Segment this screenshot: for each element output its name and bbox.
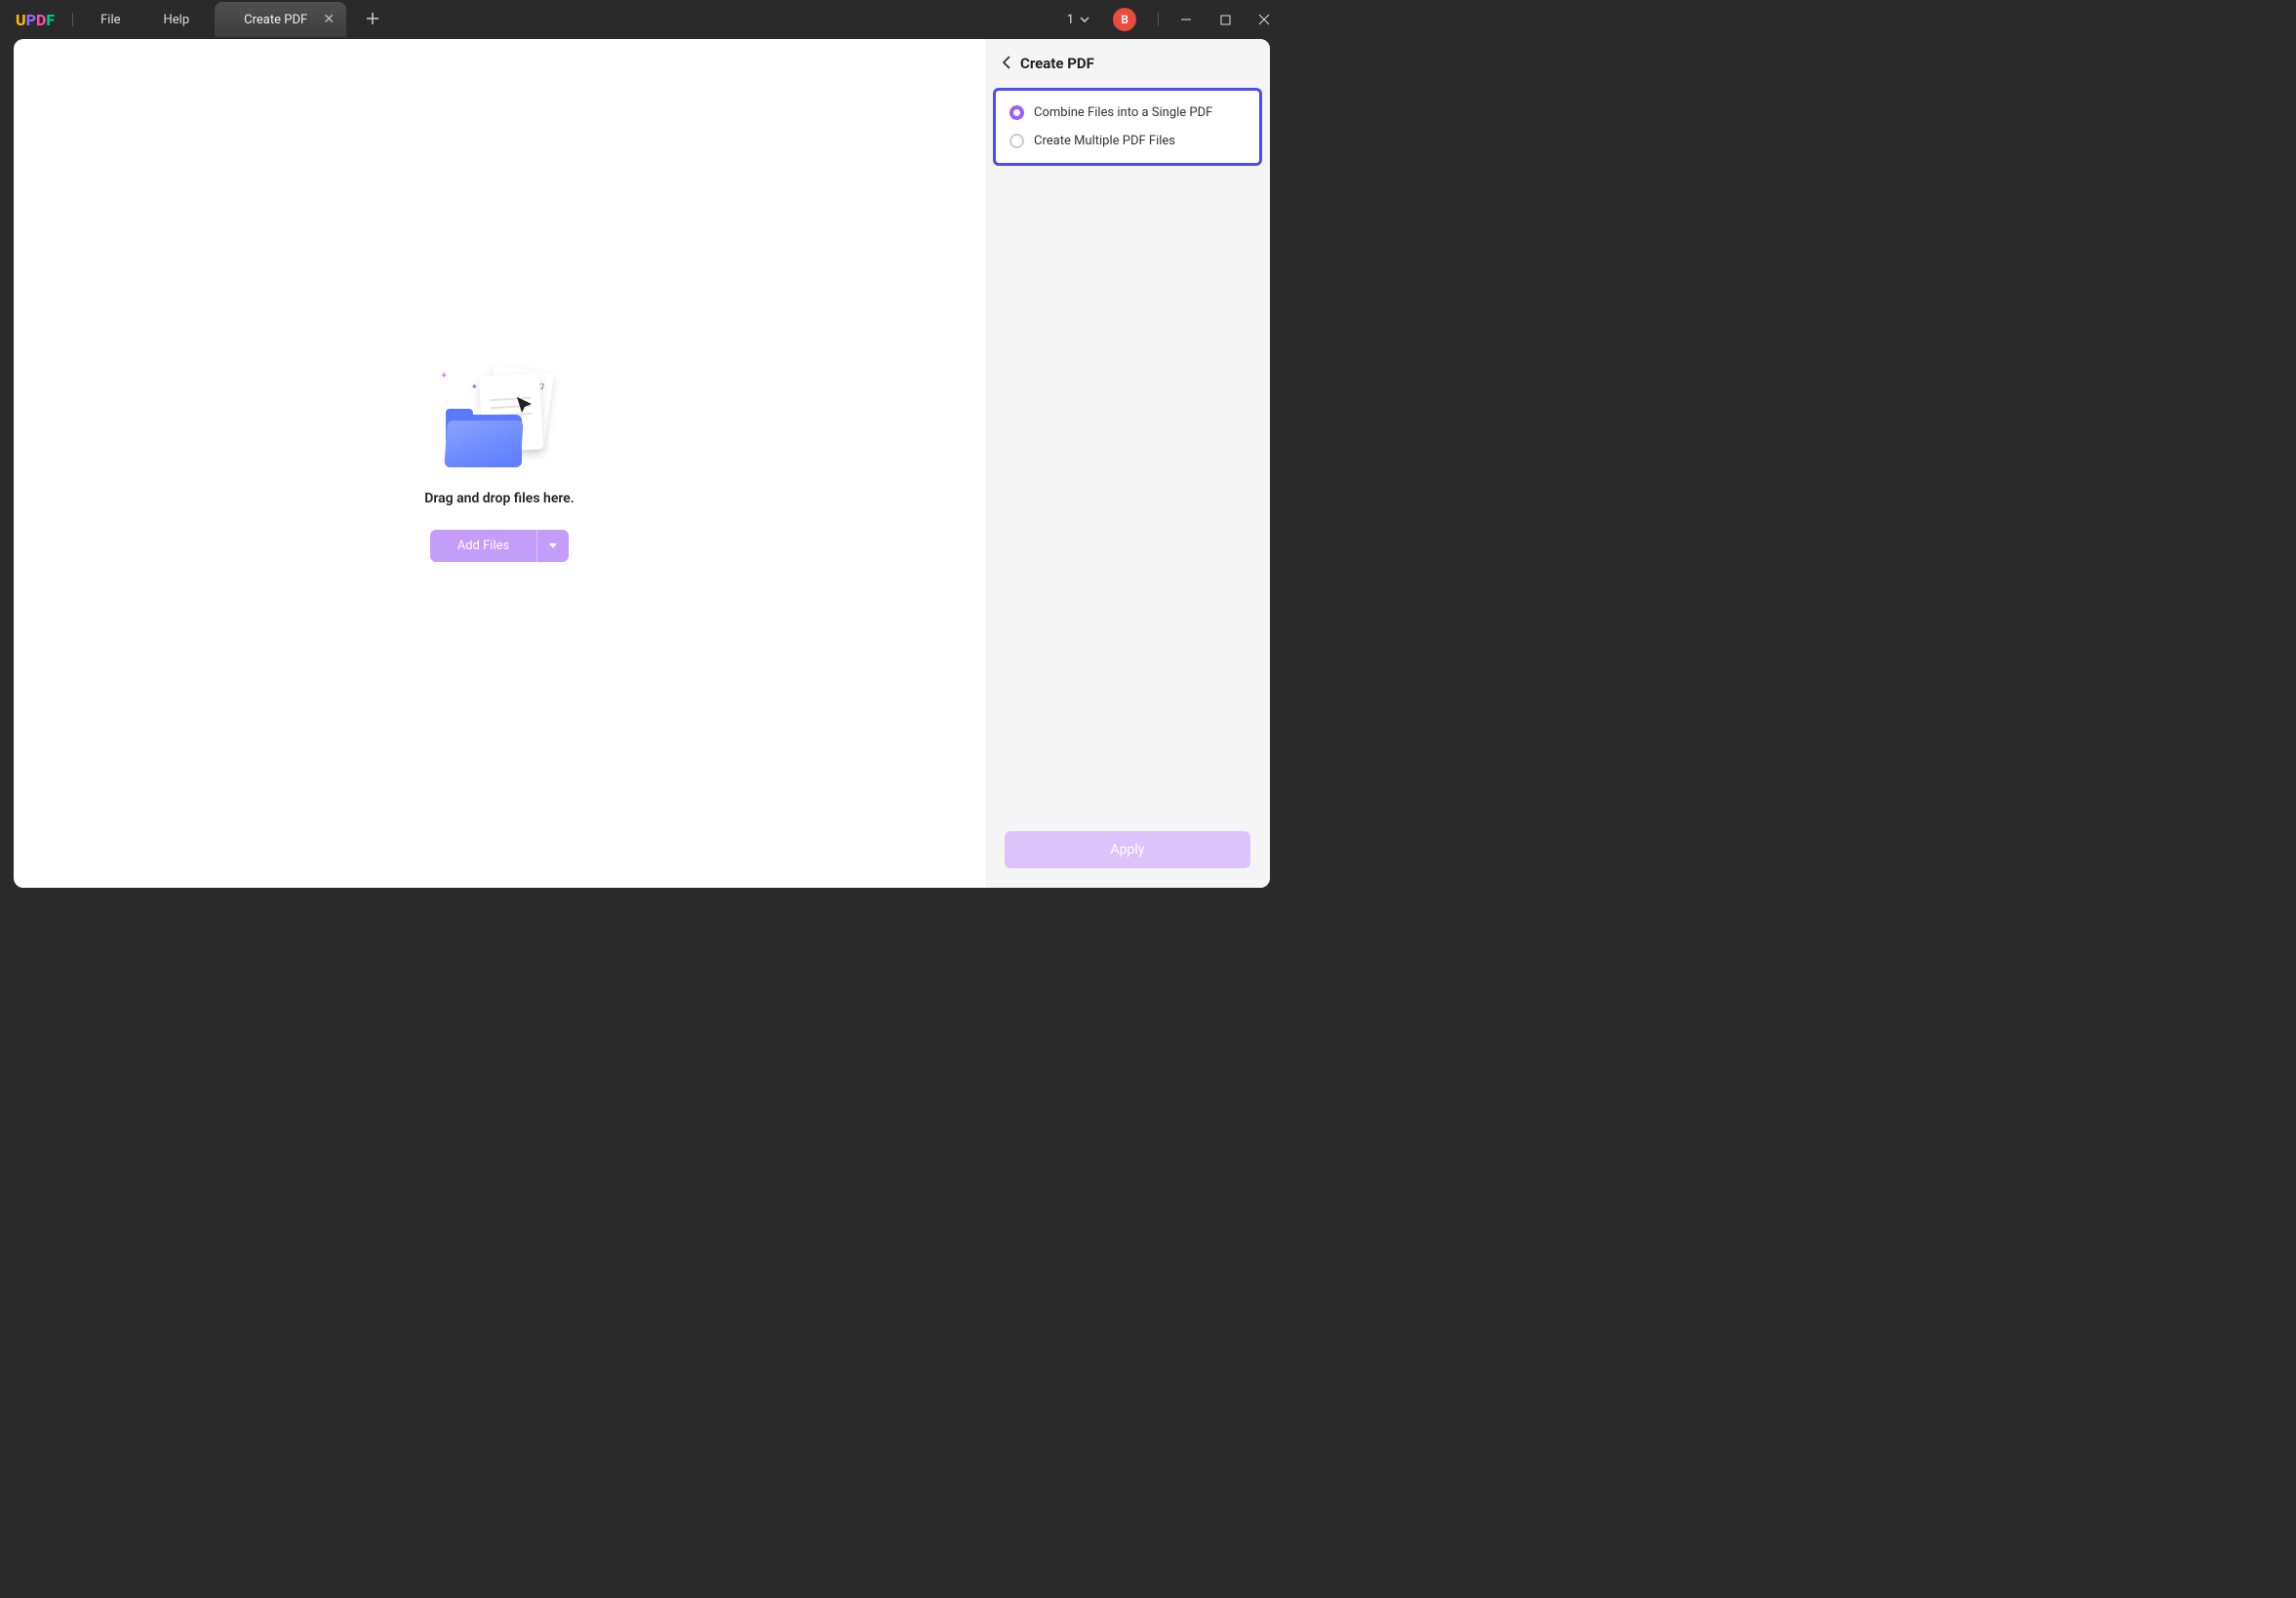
maximize-button[interactable] (1206, 0, 1245, 39)
back-button[interactable] (1003, 55, 1010, 73)
app-logo: UPDF (0, 11, 70, 29)
tab-count-dropdown[interactable]: 1 (1057, 13, 1099, 27)
drop-instruction: Drag and drop files here. (424, 491, 574, 506)
menu-file[interactable]: File (79, 13, 141, 27)
chevron-down-icon (1080, 17, 1089, 22)
drop-zone[interactable]: ✦ ✦ Aa Drag and drop files here. Add Fil… (14, 39, 985, 888)
close-window-button[interactable] (1245, 0, 1284, 39)
spacer (985, 166, 1270, 831)
option-combine-single[interactable]: Combine Files into a Single PDF (1006, 99, 1249, 127)
sidebar: Create PDF Combine Files into a Single P… (985, 39, 1270, 888)
tab-count-value: 1 (1067, 13, 1074, 27)
chevron-left-icon (1003, 56, 1010, 69)
titlebar-right: 1 B (1057, 0, 1284, 39)
logo-letter: P (26, 11, 36, 29)
radio-icon (1009, 105, 1024, 120)
titlebar: UPDF File Help Create PDF ✕ 1 B (0, 0, 1284, 39)
radio-icon (1009, 134, 1024, 148)
separator (72, 13, 73, 26)
sparkle-icon: ✦ (440, 371, 448, 381)
sidebar-header: Create PDF (985, 39, 1270, 88)
minimize-button[interactable] (1167, 0, 1206, 39)
minimize-icon (1180, 14, 1192, 25)
avatar-initial: B (1121, 13, 1128, 26)
plus-icon (366, 12, 379, 25)
folder-illustration: ✦ ✦ Aa (436, 365, 563, 477)
tab-create-pdf[interactable]: Create PDF ✕ (215, 2, 346, 37)
tab-label: Create PDF (244, 13, 307, 27)
separator (1158, 13, 1159, 26)
workspace: ✦ ✦ Aa Drag and drop files here. Add Fil… (14, 39, 1270, 888)
logo-letter: D (36, 11, 46, 29)
new-tab-button[interactable] (358, 7, 387, 33)
sidebar-title: Create PDF (1020, 55, 1094, 72)
option-create-multiple[interactable]: Create Multiple PDF Files (1006, 127, 1249, 155)
close-icon[interactable]: ✕ (323, 12, 335, 27)
close-icon (1258, 14, 1270, 25)
user-avatar[interactable]: B (1113, 8, 1136, 31)
apply-button[interactable]: Apply (1005, 831, 1250, 868)
add-files-dropdown[interactable] (537, 530, 569, 562)
option-label: Create Multiple PDF Files (1034, 134, 1175, 148)
caret-down-icon (549, 543, 557, 549)
logo-letter: U (16, 11, 26, 29)
sparkle-icon: ✦ (471, 382, 478, 391)
create-mode-options: Combine Files into a Single PDF Create M… (993, 88, 1262, 166)
maximize-icon (1220, 15, 1231, 25)
add-files-label: Add Files (430, 530, 537, 562)
add-files-button[interactable]: Add Files (430, 530, 569, 562)
option-label: Combine Files into a Single PDF (1034, 105, 1212, 120)
folder-icon (444, 420, 523, 467)
logo-letter: F (46, 11, 55, 29)
cursor-icon (516, 396, 534, 418)
menu-help[interactable]: Help (142, 13, 212, 27)
